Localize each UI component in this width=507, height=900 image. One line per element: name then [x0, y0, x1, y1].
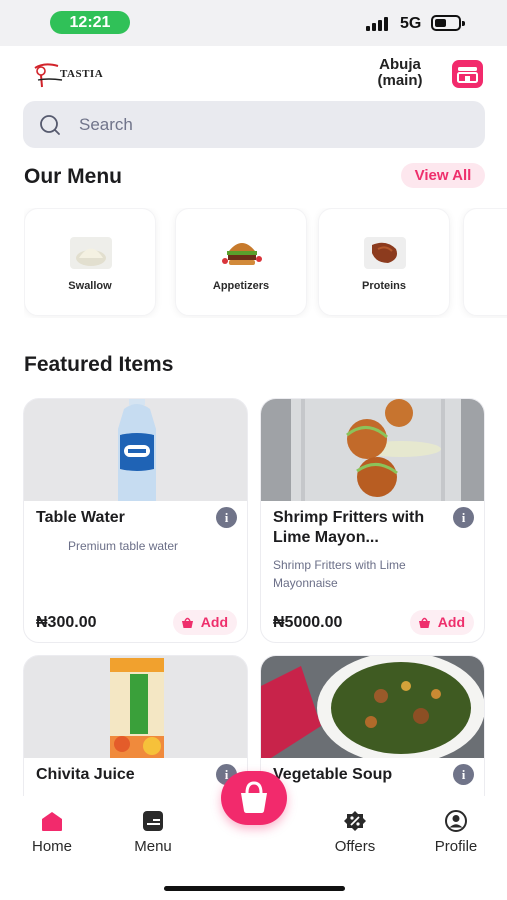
- category-card-proteins[interactable]: Proteins: [318, 208, 450, 316]
- add-label: Add: [200, 614, 228, 630]
- view-all-button[interactable]: View All: [401, 163, 485, 188]
- nav-profile[interactable]: Profile: [421, 810, 491, 855]
- location-branch: (main): [377, 72, 423, 89]
- category-card-appetizers[interactable]: Appetizers: [175, 208, 307, 316]
- nav-menu[interactable]: Menu: [118, 810, 188, 855]
- add-to-cart-button[interactable]: Add: [410, 610, 474, 635]
- info-icon[interactable]: i: [453, 764, 474, 785]
- category-label: Swallow: [68, 280, 112, 292]
- nav-label: Home: [31, 838, 72, 855]
- logo-text: TASTIA: [60, 68, 104, 80]
- product-name: Vegetable Soup: [273, 766, 393, 783]
- menu-section-title: Our Menu: [24, 165, 122, 188]
- product-description: Shrimp Fritters with Lime Mayonnaise: [273, 558, 406, 590]
- info-icon[interactable]: i: [216, 507, 237, 528]
- cart-button[interactable]: [221, 771, 287, 825]
- network-type: 5G: [400, 15, 422, 32]
- product-image: [24, 656, 247, 758]
- category-card-swallow[interactable]: Swallow: [24, 208, 156, 316]
- location-selector[interactable]: Abuja (main): [368, 57, 432, 89]
- status-time: 12:21: [50, 11, 130, 34]
- search-input[interactable]: [79, 101, 459, 148]
- nav-offers[interactable]: Offers: [320, 810, 390, 855]
- category-label: Proteins: [361, 280, 406, 292]
- add-label: Add: [437, 614, 465, 630]
- product-price: ₦300.00: [36, 614, 97, 631]
- store-icon: [457, 67, 478, 83]
- search-icon: [40, 115, 60, 135]
- signal-icon: [366, 17, 392, 31]
- menu-icon: [143, 811, 163, 831]
- product-card-vegetable-soup[interactable]: Vegetable Soup i: [260, 655, 485, 815]
- category-label: Appetizers: [212, 280, 270, 292]
- proteins-image: [364, 237, 406, 269]
- product-card-shrimp-fritters[interactable]: Shrimp Fritters with Lime Mayon... i Shr…: [260, 398, 485, 643]
- profile-icon: [445, 810, 467, 832]
- nav-label: Menu: [134, 838, 172, 855]
- add-to-cart-button[interactable]: Add: [173, 610, 237, 635]
- product-image: [261, 656, 484, 758]
- product-name: Shrimp Fritters with Lime Mayon...: [273, 509, 425, 546]
- info-icon[interactable]: i: [453, 507, 474, 528]
- nav-home[interactable]: Home: [17, 810, 87, 855]
- offers-icon: [344, 811, 366, 831]
- product-name: Chivita Juice: [36, 766, 135, 783]
- product-card-table-water[interactable]: Table Water i Premium table water ₦300.0…: [23, 398, 248, 643]
- nav-label: Offers: [334, 838, 376, 855]
- home-icon: [42, 812, 62, 831]
- product-card-chivita-juice[interactable]: Chivita Juice i: [23, 655, 248, 815]
- nav-label: Profile: [434, 838, 478, 855]
- product-image: [261, 399, 484, 501]
- swallow-image: [70, 237, 112, 269]
- store-button[interactable]: [452, 60, 483, 88]
- product-price: ₦5000.00: [273, 614, 343, 631]
- product-description: Premium table water: [68, 539, 179, 553]
- brand-logo[interactable]: TASTIA: [32, 58, 112, 90]
- appetizers-image: [222, 243, 262, 265]
- battery-icon: [431, 15, 465, 31]
- featured-section-title: Featured Items: [24, 353, 174, 376]
- category-card-more[interactable]: [463, 208, 507, 316]
- category-list: Swallow Appetizers Proteins: [24, 208, 507, 318]
- shopping-bag-icon: [241, 781, 267, 813]
- basket-icon: [419, 617, 430, 628]
- product-image: [24, 399, 247, 501]
- basket-icon: [182, 617, 193, 628]
- search-bar[interactable]: [23, 101, 485, 148]
- status-bar: 12:21 5G: [0, 0, 507, 46]
- location-name: Abuja: [379, 56, 421, 73]
- home-indicator: [164, 886, 345, 891]
- product-name: Table Water: [36, 509, 125, 526]
